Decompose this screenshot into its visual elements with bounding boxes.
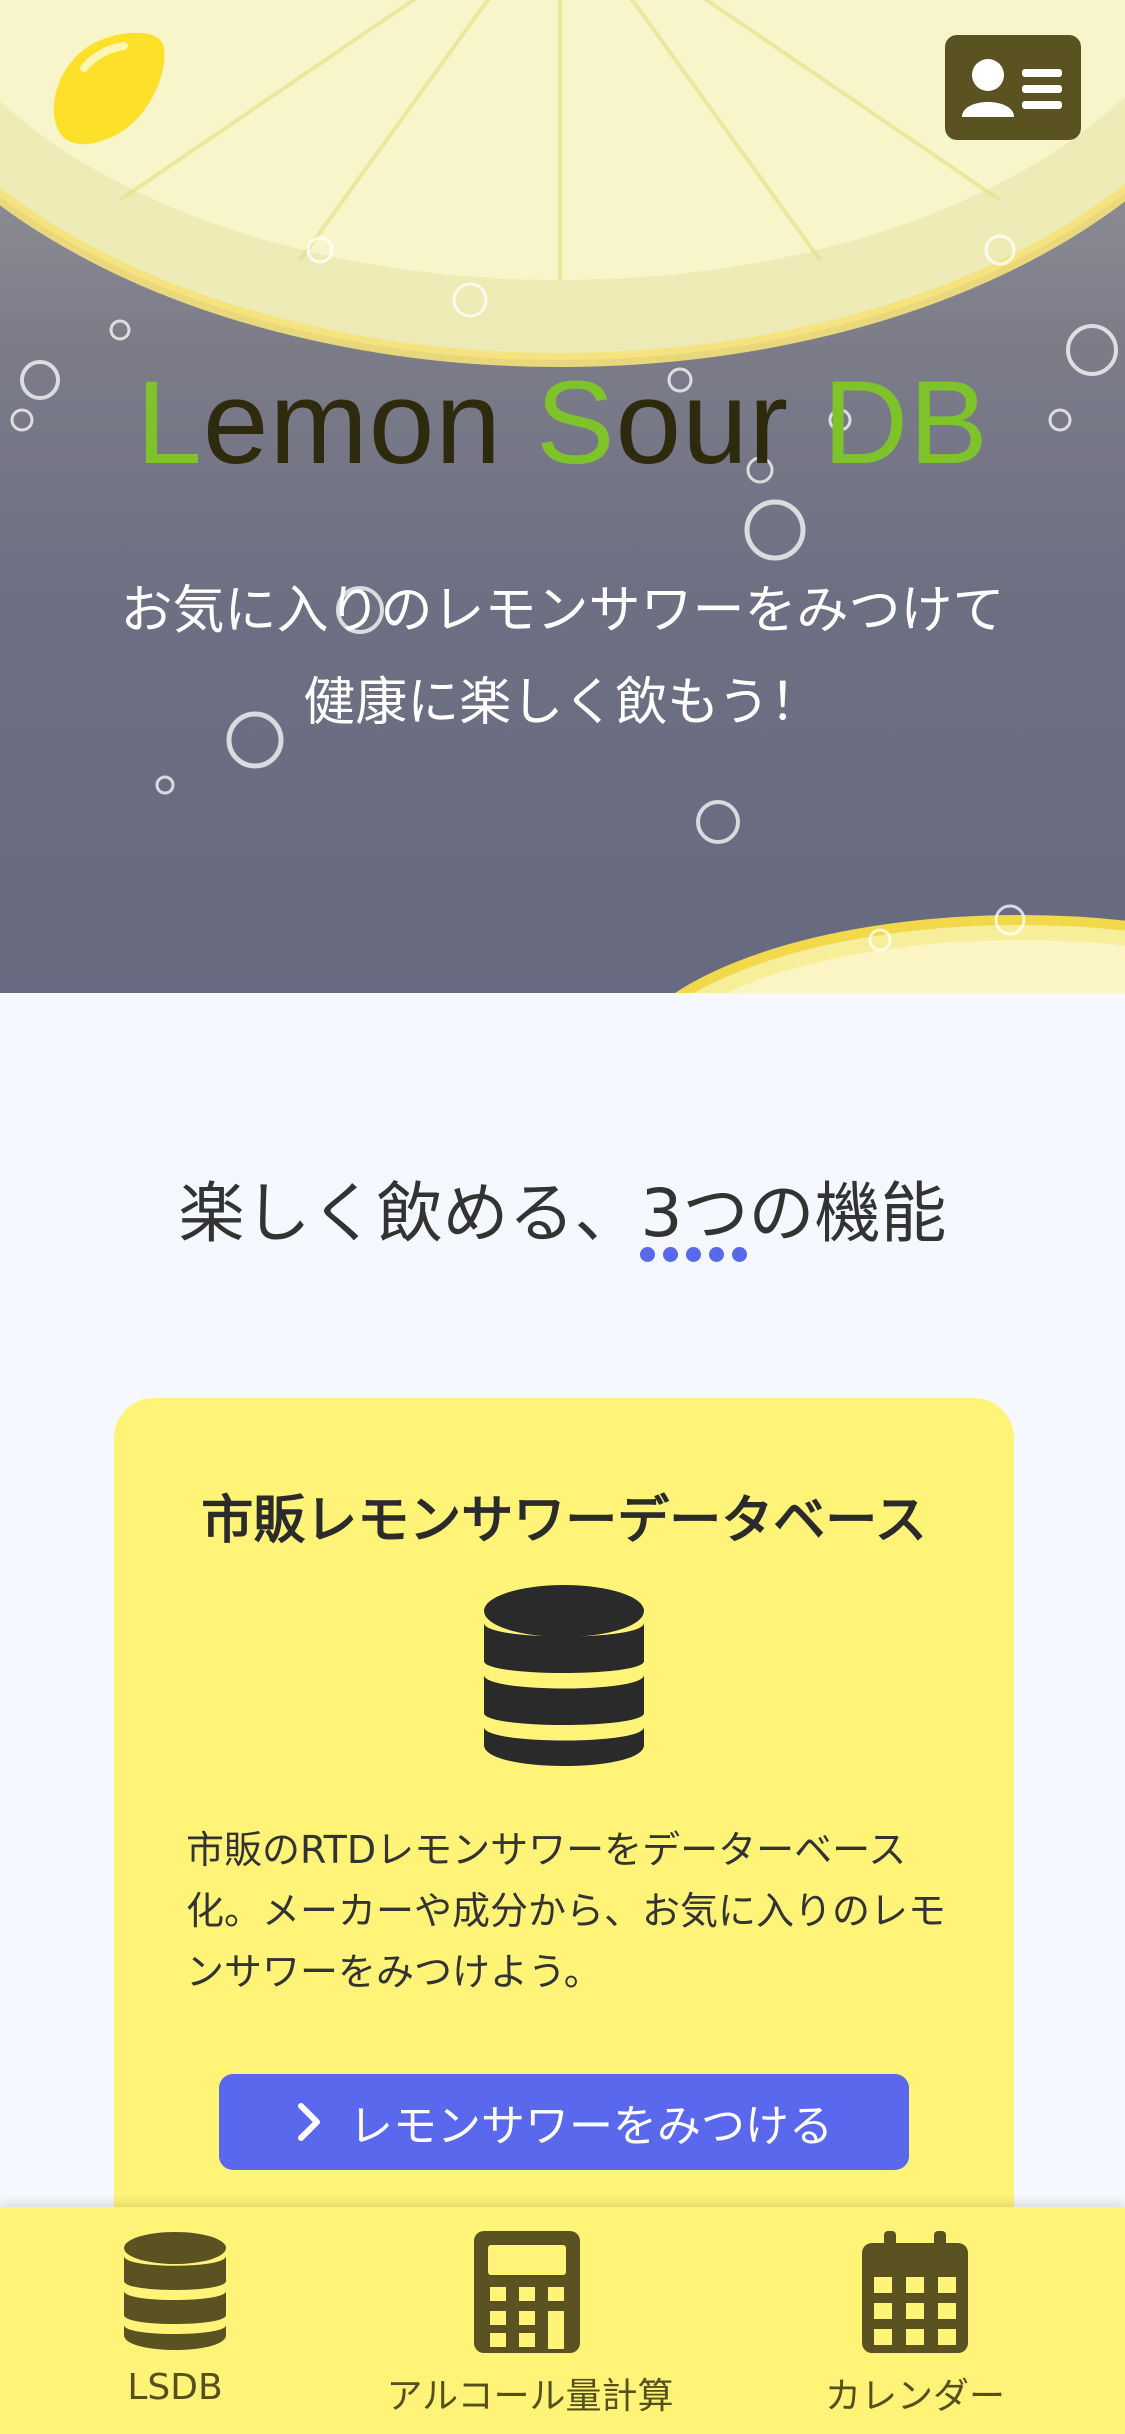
hero-section: Lemon Sour DB お気に入りのレモンサワーをみつけて 健康に楽しく飲も… bbox=[0, 0, 1125, 993]
find-lemon-sour-button[interactable]: レモンサワーをみつける bbox=[219, 2074, 909, 2170]
site-title: Lemon Sour DB bbox=[0, 355, 1125, 491]
calculator-icon bbox=[474, 2231, 580, 2353]
hero-subtitle-line1: お気に入りのレモンサワーをみつけて bbox=[120, 581, 1005, 641]
hero-subtitle: お気に入りのレモンサワーをみつけて 健康に楽しく飲もう！ bbox=[40, 565, 1085, 749]
title-word-emon: emon bbox=[202, 357, 536, 489]
find-lemon-sour-button-label: レモンサワーをみつける bbox=[349, 2101, 833, 2152]
title-word-our: our bbox=[615, 357, 823, 489]
title-letter-l: L bbox=[136, 357, 203, 489]
nav-item-alcohol-calc[interactable]: アルコール量計算 bbox=[370, 2207, 690, 2434]
bottom-navigation: LSDB アルコール量計算 カレンダー bbox=[0, 2207, 1125, 2434]
card-title: 市販レモンサワーデータベース bbox=[201, 1491, 927, 1551]
title-letter-s: S bbox=[535, 357, 616, 489]
nav-label-alcohol-calc: アルコール量計算 bbox=[386, 2376, 674, 2417]
lemon-logo-icon[interactable] bbox=[44, 28, 168, 152]
database-icon bbox=[484, 1585, 644, 1766]
chevron-right-icon bbox=[298, 2103, 320, 2141]
title-word-db: DB bbox=[822, 357, 989, 489]
features-heading: 楽しく飲める、3つの機能 bbox=[178, 1175, 947, 1252]
hero-subtitle-line2: 健康に楽しく飲もう！ bbox=[303, 673, 822, 733]
nav-label-calendar: カレンダー bbox=[824, 2376, 1005, 2417]
user-menu-button[interactable] bbox=[945, 35, 1081, 140]
card-description: 市販のRTDレモンサワーをデーターベース化。メーカーや成分から、お気に入りのレモ… bbox=[186, 1828, 947, 1994]
heading-underline-dots bbox=[640, 1247, 747, 1262]
calendar-icon bbox=[862, 2231, 968, 2353]
nav-label-lsdb: LSDB bbox=[127, 2367, 223, 2408]
user-menu-icon bbox=[962, 58, 1062, 117]
nav-item-calendar[interactable]: カレンダー bbox=[800, 2207, 1030, 2434]
hero-background-image bbox=[0, 0, 1125, 993]
nav-item-lsdb[interactable]: LSDB bbox=[60, 2207, 290, 2434]
database-icon bbox=[124, 2232, 226, 2350]
